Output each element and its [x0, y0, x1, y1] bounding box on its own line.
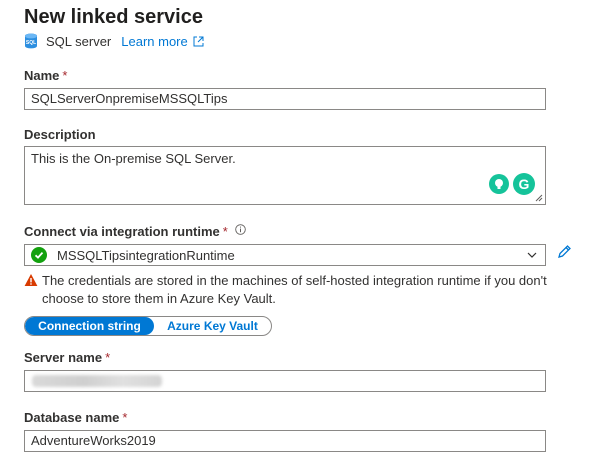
description-label: Description [24, 127, 96, 142]
server-name-input[interactable] [24, 370, 546, 392]
grammarly-logo-icon[interactable]: G [513, 173, 535, 195]
service-type-label: SQL server [46, 33, 112, 49]
resize-grip-icon[interactable] [535, 194, 543, 202]
svg-text:G: G [519, 176, 530, 192]
description-value: This is the On-premise SQL Server. [31, 151, 236, 166]
description-textarea[interactable]: This is the On-premise SQL Server. G [24, 146, 546, 205]
server-name-label: Server name * [24, 350, 111, 365]
page-title: New linked service [24, 6, 203, 28]
credentials-warning: The credentials are stored in the machin… [24, 272, 569, 308]
name-input[interactable]: SQLServerOnpremiseMSSQLTips [24, 88, 546, 110]
runtime-label: Connect via integration runtime * [24, 224, 247, 239]
name-label: Name * [24, 68, 68, 83]
required-marker: * [62, 68, 68, 83]
runtime-value: MSSQLTipsintegrationRuntime [57, 247, 235, 263]
sql-server-icon: SQL [25, 33, 37, 49]
service-type-row: SQL SQL server Learn more [24, 33, 204, 49]
connection-string-option[interactable]: Connection string [25, 317, 154, 335]
learn-more-link[interactable]: Learn more [121, 34, 187, 49]
warning-icon [24, 274, 38, 286]
required-marker: * [122, 410, 128, 425]
azure-key-vault-option[interactable]: Azure Key Vault [154, 317, 271, 335]
svg-text:SQL: SQL [26, 40, 36, 46]
warning-text: The credentials are stored in the machin… [42, 273, 547, 306]
grammarly-suggestion-icon[interactable] [489, 174, 509, 194]
redacted-server-value [32, 375, 162, 387]
edit-pencil-icon[interactable] [556, 244, 572, 260]
runtime-select[interactable]: MSSQLTipsintegrationRuntime [24, 244, 546, 266]
success-check-icon [31, 247, 47, 263]
auth-method-toggle: Connection string Azure Key Vault [24, 316, 272, 336]
info-icon[interactable] [235, 224, 247, 235]
external-link-icon[interactable] [193, 36, 204, 47]
required-marker: * [105, 350, 111, 365]
required-marker: * [222, 224, 228, 239]
database-name-label: Database name * [24, 410, 128, 425]
chevron-down-icon [527, 252, 537, 258]
database-name-input[interactable]: AdventureWorks2019 [24, 430, 546, 452]
